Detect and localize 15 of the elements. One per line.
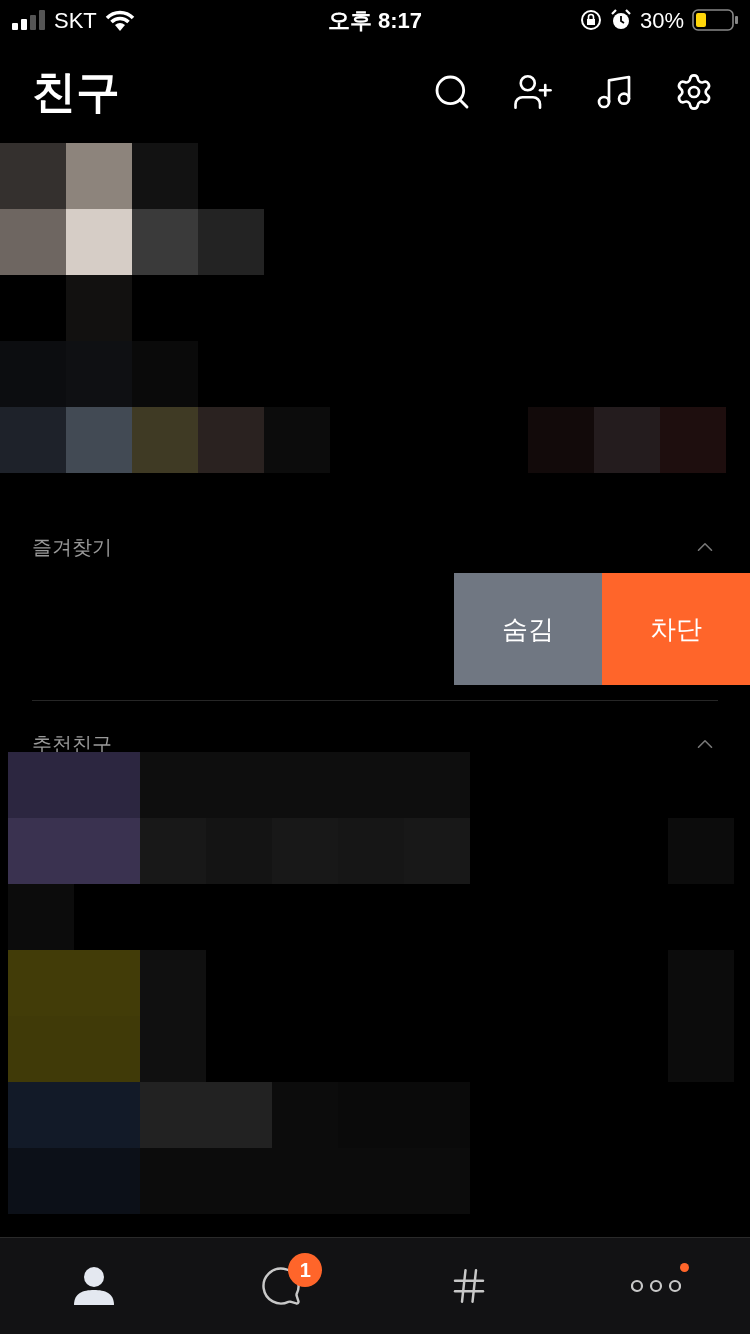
section-title: 즐겨찾기: [32, 535, 112, 560]
clock-time: 오후 8:17: [327, 6, 423, 35]
rotation-lock-icon: [579, 9, 602, 31]
battery-icon: [692, 9, 738, 31]
unread-badge: 1: [288, 1253, 323, 1287]
wifi-icon: [104, 9, 135, 31]
more-icon[interactable]: [631, 1279, 682, 1293]
battery-percent: 30%: [639, 6, 684, 35]
carrier-name: SKT: [54, 6, 97, 35]
alarm-icon: [609, 9, 632, 31]
page-title: 친구: [32, 65, 120, 118]
hide-button[interactable]: 숨김: [454, 573, 602, 685]
signal-icon: [12, 10, 46, 30]
block-button[interactable]: 차단: [602, 573, 750, 685]
person-icon[interactable]: [72, 1265, 115, 1307]
